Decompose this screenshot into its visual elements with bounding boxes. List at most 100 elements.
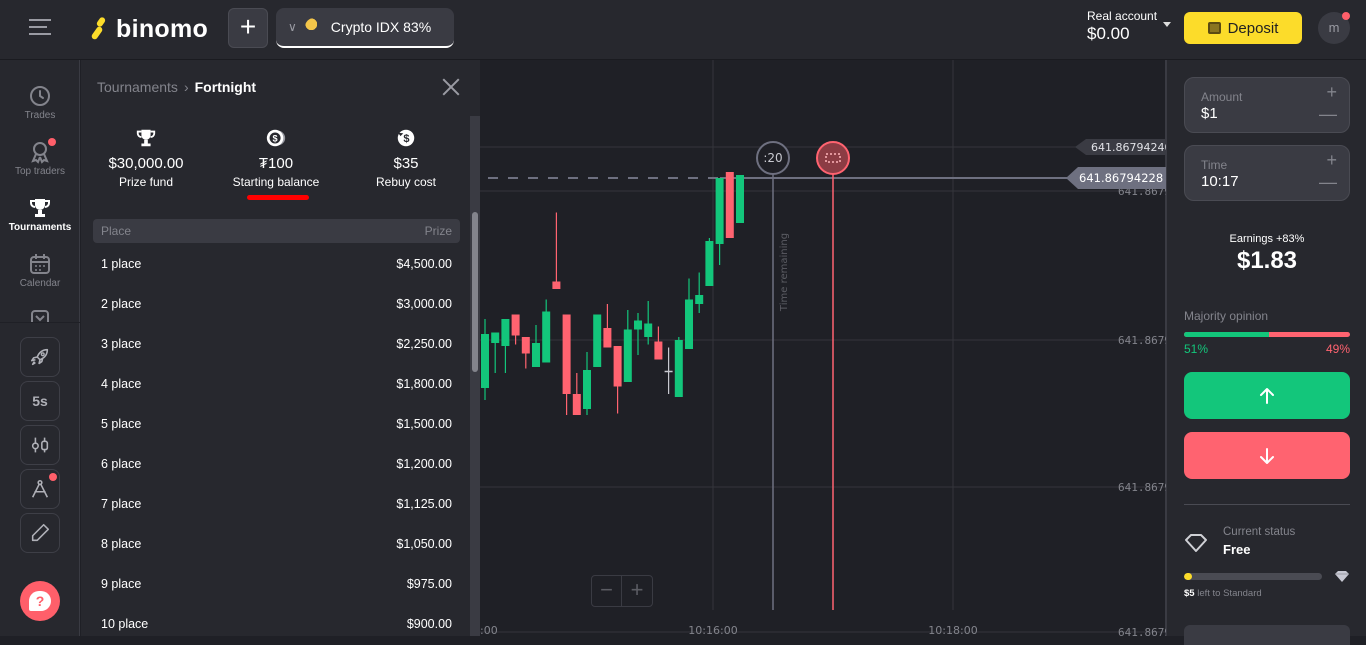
- rocket-button[interactable]: [20, 337, 60, 377]
- zoom-in-button[interactable]: +: [622, 576, 652, 606]
- starting-balance-stat: $ ₮100 Starting balance: [216, 127, 336, 189]
- time-field[interactable]: Time 10:17 + —: [1184, 145, 1350, 201]
- bottom-card[interactable]: [1184, 625, 1350, 645]
- place-cell: 1 place: [101, 257, 142, 271]
- stat-value: $35: [393, 155, 419, 172]
- add-asset-button[interactable]: +: [228, 8, 268, 48]
- rail-item-trades[interactable]: Trades: [0, 84, 80, 121]
- time-increase-icon[interactable]: +: [1326, 150, 1337, 171]
- place-cell: 6 place: [101, 457, 142, 471]
- prize-table: 1 place $4,500.00 2 place $3,000.00 3 place $…: [93, 243, 460, 643]
- zoom-out-button[interactable]: −: [592, 576, 623, 606]
- arrow-up-icon: [1260, 387, 1274, 404]
- chart-type-button[interactable]: [20, 425, 60, 465]
- breadcrumb: Tournaments › Fortnight: [97, 79, 256, 95]
- status-progress-fill: [1184, 573, 1193, 580]
- asset-selector[interactable]: ∨ Crypto IDX 83%: [276, 8, 454, 48]
- notification-dot: [1342, 12, 1350, 20]
- countdown-label: :20: [763, 151, 782, 165]
- candle-body: [511, 314, 520, 336]
- earnings: Earnings +83% $1.83: [1167, 233, 1366, 275]
- candle-body: [644, 323, 653, 337]
- earnings-label: Earnings +83%: [1229, 233, 1305, 245]
- notification-dot: [49, 473, 57, 481]
- logo-text: binomo: [116, 14, 209, 43]
- candle-body: [572, 394, 581, 415]
- diamond-icon: [1335, 571, 1349, 582]
- candle-body: [501, 319, 510, 346]
- prize-cell: $1,050.00: [396, 537, 452, 551]
- prize-row: 5 place $1,500.00: [93, 403, 460, 443]
- menu-icon[interactable]: [29, 19, 51, 37]
- column-header-place: Place: [101, 224, 132, 238]
- status-progress-note: $5 left to Standard: [1184, 588, 1262, 599]
- deposit-button[interactable]: Deposit: [1184, 12, 1302, 44]
- rail-item-tournaments[interactable]: Tournaments: [0, 196, 80, 233]
- prize-row: 6 place $1,200.00: [93, 443, 460, 483]
- breadcrumb-current: Fortnight: [194, 79, 257, 95]
- amount-decrease-icon[interactable]: —: [1319, 104, 1337, 125]
- rebuy-cost-stat: $ $35 Rebuy cost: [346, 127, 466, 189]
- panel-scrollbar[interactable]: [470, 116, 480, 636]
- amount-increase-icon[interactable]: +: [1326, 82, 1337, 103]
- time-value[interactable]: 10:17: [1201, 173, 1239, 190]
- deposit-label: Deposit: [1227, 19, 1279, 37]
- put-down-button[interactable]: [1184, 432, 1350, 479]
- candle-body: [736, 175, 744, 223]
- place-cell: 9 place: [101, 577, 142, 591]
- place-cell: 4 place: [101, 377, 142, 391]
- timeframe-button[interactable]: 5s: [20, 381, 60, 421]
- amount-field[interactable]: Amount $1 + —: [1184, 77, 1350, 133]
- stat-label: Prize fund: [118, 175, 174, 189]
- crypto-coins-icon: [304, 18, 323, 36]
- amount-value[interactable]: $1: [1201, 105, 1218, 122]
- prize-table-header: Place Prize: [93, 219, 460, 243]
- caret-down-icon[interactable]: [1163, 22, 1171, 27]
- candle-body: [654, 341, 663, 360]
- candle-body: [613, 346, 622, 387]
- candle-body: [593, 314, 602, 367]
- time-label: Time: [1201, 158, 1228, 172]
- status-progress-bar: [1184, 573, 1322, 580]
- candle-body: [583, 370, 591, 409]
- pencil-button[interactable]: [20, 513, 60, 553]
- stat-label: Starting balance: [232, 175, 320, 189]
- status-amount-left: $5: [1184, 588, 1195, 599]
- price-chart[interactable]: 641.8679 641.8679 641.8679 641.8679 641.8679…: [480, 60, 1166, 636]
- account-balance: $0.00: [1087, 24, 1130, 43]
- majority-up-percent: 51%: [1184, 342, 1209, 356]
- help-button[interactable]: ?: [20, 581, 60, 621]
- column-header-prize: Prize: [424, 224, 452, 238]
- breadcrumb-tournaments[interactable]: Tournaments: [97, 79, 178, 95]
- candle-body: [521, 337, 530, 354]
- rail-label: Top traders: [14, 166, 66, 177]
- account-type: Real account: [1087, 9, 1158, 23]
- account-selector[interactable]: Real account $0.00: [1087, 9, 1157, 44]
- prize-row: 9 place $975.00: [93, 563, 460, 603]
- scrollbar-thumb[interactable]: [472, 212, 478, 372]
- prize-row: 4 place $1,800.00: [93, 363, 460, 403]
- wallet-icon: [1207, 22, 1221, 34]
- svg-text:$: $: [273, 134, 278, 144]
- close-icon[interactable]: [442, 78, 460, 96]
- time-decrease-icon[interactable]: —: [1319, 172, 1337, 193]
- prize-row: 3 place $2,250.00: [93, 323, 460, 363]
- prize-cell: $4,500.00: [396, 257, 452, 271]
- rail-item-top-traders[interactable]: Top traders: [0, 140, 80, 177]
- rail-item-calendar[interactable]: Calendar: [0, 252, 80, 289]
- stat-value: $30,000.00: [108, 155, 184, 172]
- majority-opinion-label: Majority opinion: [1184, 309, 1269, 323]
- logo[interactable]: binomo: [90, 14, 209, 44]
- prize-cell: $2,250.00: [396, 337, 452, 351]
- chart-canvas[interactable]: 641.8679641.8679641.8679641.8679641.8679…: [480, 60, 1166, 636]
- call-up-button[interactable]: [1184, 372, 1350, 419]
- time-axis-label: 10:18:00: [928, 624, 977, 636]
- trophy-icon: [30, 199, 50, 217]
- stat-value: ₮100: [258, 155, 294, 172]
- rail-item-store[interactable]: [0, 308, 80, 322]
- annotation-underline: [247, 195, 309, 200]
- status-value: Free: [1223, 542, 1251, 557]
- chart-zoom-control: − +: [591, 575, 653, 607]
- chevron-down-icon: ∨: [288, 20, 297, 34]
- place-cell: 7 place: [101, 497, 142, 511]
